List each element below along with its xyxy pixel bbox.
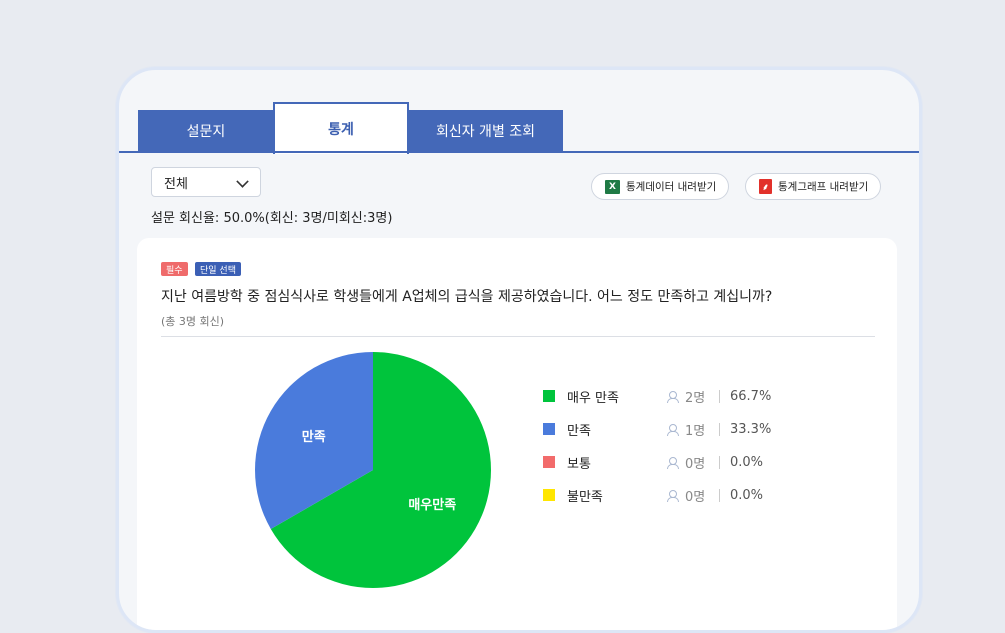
chevron-down-icon xyxy=(236,175,249,188)
app-frame: 설문지 통계 회신자 개별 조회 전체 X 통계데이터 내려받기 ⸙ 통계그래프… xyxy=(116,67,922,633)
tab-survey[interactable]: 설문지 xyxy=(138,110,274,152)
tab-individual-responses[interactable]: 회신자 개별 조회 xyxy=(408,110,563,152)
download-stats-data-button[interactable]: X 통계데이터 내려받기 xyxy=(591,173,730,200)
person-icon xyxy=(667,390,681,403)
legend-label: 매우 만족 xyxy=(567,390,619,406)
legend-swatch xyxy=(543,456,555,468)
response-rate: 설문 회신율: 50.0%(회신: 3명/미회신:3명) xyxy=(151,211,393,226)
legend-item: 매우 만족 2명 66.7% xyxy=(543,387,772,406)
download-stats-graph-button[interactable]: ⸙ 통계그래프 내려받기 xyxy=(745,173,882,200)
legend-item: 만족 1명 33.3% xyxy=(543,420,772,439)
legend-label: 불만족 xyxy=(567,489,603,505)
legend-count: 0명 xyxy=(685,489,706,505)
legend-count: 1명 xyxy=(685,423,706,439)
tab-statistics[interactable]: 통계 xyxy=(273,102,409,154)
filter-selected-value: 전체 xyxy=(164,176,188,192)
excel-icon: X xyxy=(605,179,620,194)
legend-percent: 0.0% xyxy=(730,487,764,503)
legend-percent: 66.7% xyxy=(730,388,772,404)
legend-count: 2명 xyxy=(685,390,706,406)
person-icon xyxy=(667,456,681,469)
legend-swatch xyxy=(543,423,555,435)
legend-label: 보통 xyxy=(567,456,591,472)
legend-separator xyxy=(719,455,720,469)
filter-select[interactable]: 전체 xyxy=(151,167,261,197)
person-icon xyxy=(667,423,681,436)
tab-underline xyxy=(119,151,919,153)
legend-item: 불만족 0명 0.0% xyxy=(543,486,764,505)
legend-separator xyxy=(719,389,720,403)
legend-separator xyxy=(719,488,720,502)
download-stats-data-label: 통계데이터 내려받기 xyxy=(626,181,717,193)
pdf-icon: ⸙ xyxy=(759,179,772,194)
download-stats-graph-label: 통계그래프 내려받기 xyxy=(778,181,869,193)
legend-label: 만족 xyxy=(567,423,591,439)
person-icon xyxy=(667,489,681,502)
tab-bar: 설문지 통계 회신자 개별 조회 xyxy=(138,102,919,154)
legend-percent: 33.3% xyxy=(730,421,772,437)
legend-count: 0명 xyxy=(685,456,706,472)
legend-swatch xyxy=(543,489,555,501)
legend-percent: 0.0% xyxy=(730,454,764,470)
legend-item: 보통 0명 0.0% xyxy=(543,453,764,472)
question-card: 필수 단일 선택 지난 여름방학 중 점심식사로 학생들에게 A업체의 급식을 … xyxy=(137,238,897,630)
pie-label-1: 만족 xyxy=(302,429,326,445)
legend-separator xyxy=(719,422,720,436)
pie-chart: 매우만족 만족 xyxy=(255,352,491,588)
pie-label-0: 매우만족 xyxy=(408,497,456,513)
legend-swatch xyxy=(543,390,555,402)
